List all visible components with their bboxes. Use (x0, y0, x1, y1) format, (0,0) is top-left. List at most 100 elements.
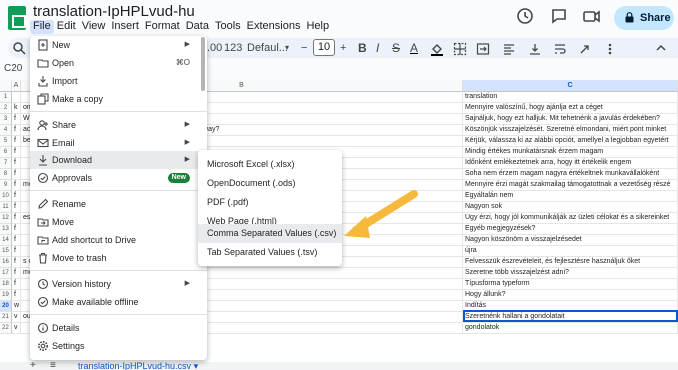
row-header[interactable]: 7 (0, 158, 12, 169)
font-size-increase-button[interactable]: + (340, 40, 346, 56)
row-header[interactable]: 3 (0, 114, 12, 125)
font-dropdown-icon[interactable]: ▾ (285, 40, 289, 56)
sheet-tab[interactable]: translation-IpHPLvud-hu.csv ▾ (78, 362, 198, 370)
table-cell[interactable]: Sajnáljuk, hogy ezt halljuk. Mit tehetné… (463, 114, 678, 125)
row-header[interactable]: 1 (0, 92, 12, 103)
select-all-corner[interactable] (0, 80, 12, 92)
font-select[interactable]: Defaul... (247, 40, 288, 56)
font-size-decrease-button[interactable]: − (301, 40, 307, 56)
table-cell[interactable] (12, 92, 21, 103)
strikethrough-icon[interactable]: S (392, 40, 400, 56)
menu-edit[interactable]: Edit (54, 20, 79, 34)
borders-icon[interactable] (453, 42, 467, 59)
table-cell[interactable]: Szeretne több visszajelzést adni? (463, 268, 678, 279)
share-button[interactable]: Share (614, 6, 674, 30)
table-cell[interactable]: Indítás (463, 301, 678, 312)
table-cell[interactable]: Köszönjük visszajelzését. Szeretné elmon… (463, 125, 678, 136)
menu-item-make-copy[interactable]: Make a copy (30, 90, 207, 108)
row-header[interactable]: 8 (0, 169, 12, 180)
menu-item-add-shortcut[interactable]: Add shortcut to Drive (30, 231, 207, 249)
fill-color-icon[interactable] (430, 42, 444, 59)
table-cell[interactable]: Mindig értékes munkatársnak érzem magam (463, 147, 678, 158)
download-ods[interactable]: OpenDocument (.ods) (198, 174, 342, 193)
align-icon[interactable] (502, 42, 516, 59)
table-cell[interactable]: Úgy érzi, hogy jól kommunikálják az üzle… (463, 213, 678, 224)
table-cell[interactable]: Mennyire valószínű, hogy ajánlja ezt a c… (463, 103, 678, 114)
row-header[interactable]: 20 (0, 301, 12, 312)
menu-data[interactable]: Data (183, 20, 212, 34)
row-header[interactable]: 13 (0, 224, 12, 235)
row-header[interactable]: 6 (0, 147, 12, 158)
row-header[interactable]: 21 (0, 312, 12, 323)
decrease-decimal-label[interactable]: .00 (207, 40, 222, 56)
table-cell[interactable]: k (12, 103, 21, 114)
table-cell[interactable]: f (12, 191, 21, 202)
menu-file[interactable]: File (30, 20, 54, 34)
table-cell[interactable]: Nagyon köszönöm a visszajelzésedet (463, 235, 678, 246)
table-cell[interactable]: translation (463, 92, 678, 103)
menu-item-email[interactable]: Email ▶ (30, 134, 207, 152)
table-cell[interactable]: f (12, 224, 21, 235)
table-cell[interactable]: f (12, 290, 21, 301)
table-cell[interactable]: Nagyon sok (463, 202, 678, 213)
download-pdf[interactable]: PDF (.pdf) (198, 193, 342, 212)
table-cell[interactable]: f (12, 136, 21, 147)
menu-item-share[interactable]: Share ▶ (30, 116, 207, 134)
sheets-logo-icon[interactable] (8, 6, 26, 30)
table-cell[interactable]: Hogy állunk? (463, 290, 678, 301)
row-header[interactable]: 2 (0, 103, 12, 114)
row-header[interactable]: 18 (0, 279, 12, 290)
italic-icon[interactable]: I (376, 40, 379, 56)
column-header-a[interactable]: A (12, 80, 21, 92)
menu-item-new[interactable]: New ▶ (30, 36, 207, 54)
merge-cells-icon[interactable] (476, 42, 490, 59)
bold-icon[interactable]: B (358, 40, 367, 56)
column-header-c[interactable]: C (463, 80, 678, 92)
menu-item-approvals[interactable]: Approvals New (30, 169, 207, 187)
row-header[interactable]: 16 (0, 257, 12, 268)
table-cell[interactable]: újra (463, 246, 678, 257)
row-header[interactable]: 4 (0, 125, 12, 136)
table-cell[interactable]: f (12, 147, 21, 158)
name-box[interactable]: C20 (4, 63, 30, 77)
row-header[interactable]: 12 (0, 213, 12, 224)
all-sheets-icon[interactable]: ≡ (50, 361, 56, 370)
menu-tools[interactable]: Tools (212, 20, 244, 34)
number-format-button[interactable]: 123 (224, 40, 242, 56)
download-xlsx[interactable]: Microsoft Excel (.xlsx) (198, 155, 342, 174)
menu-item-move[interactable]: Move (30, 213, 207, 231)
table-cell[interactable]: Mennyire érzi magát szakmailag támogatot… (463, 180, 678, 191)
table-cell[interactable]: gondolatok (463, 323, 678, 334)
download-tsv[interactable]: Tab Separated Values (.tsv) (198, 243, 342, 262)
collapse-toolbar-icon[interactable] (655, 42, 667, 57)
download-csv[interactable]: Comma Separated Values (.csv) (198, 224, 342, 243)
table-cell[interactable]: v (12, 312, 21, 323)
menu-help[interactable]: Help (303, 20, 332, 34)
menu-item-download[interactable]: Download ▶ (30, 151, 207, 169)
table-cell[interactable]: w (12, 301, 21, 312)
text-rotation-icon[interactable] (578, 42, 592, 59)
menu-item-import[interactable]: Import (30, 72, 207, 90)
row-header[interactable]: 19 (0, 290, 12, 301)
table-cell[interactable]: f (12, 235, 21, 246)
comment-icon[interactable] (549, 7, 569, 27)
row-header[interactable]: 15 (0, 246, 12, 257)
table-cell[interactable]: f (12, 268, 21, 279)
table-cell[interactable]: f (12, 279, 21, 290)
table-cell[interactable]: f (12, 158, 21, 169)
table-cell[interactable]: Soha nem érzem magam nagyra értékeltnek … (463, 169, 678, 180)
table-cell[interactable]: f (12, 257, 21, 268)
table-cell[interactable]: Típusforma typeform (463, 279, 678, 290)
history-icon[interactable] (515, 7, 535, 27)
table-cell[interactable]: Szeretnénk hallani a gondolatait (463, 312, 678, 323)
row-header[interactable]: 22 (0, 323, 12, 334)
menu-item-details[interactable]: Details (30, 319, 207, 337)
table-cell[interactable]: f (12, 180, 21, 191)
table-cell[interactable]: f (12, 114, 21, 125)
search-menus-icon[interactable] (12, 41, 26, 58)
table-cell[interactable]: Egyéb megjegyzések? (463, 224, 678, 235)
row-header[interactable]: 17 (0, 268, 12, 279)
menu-item-move-trash[interactable]: Move to trash (30, 249, 207, 267)
table-cell[interactable]: f (12, 125, 21, 136)
row-header[interactable]: 11 (0, 202, 12, 213)
